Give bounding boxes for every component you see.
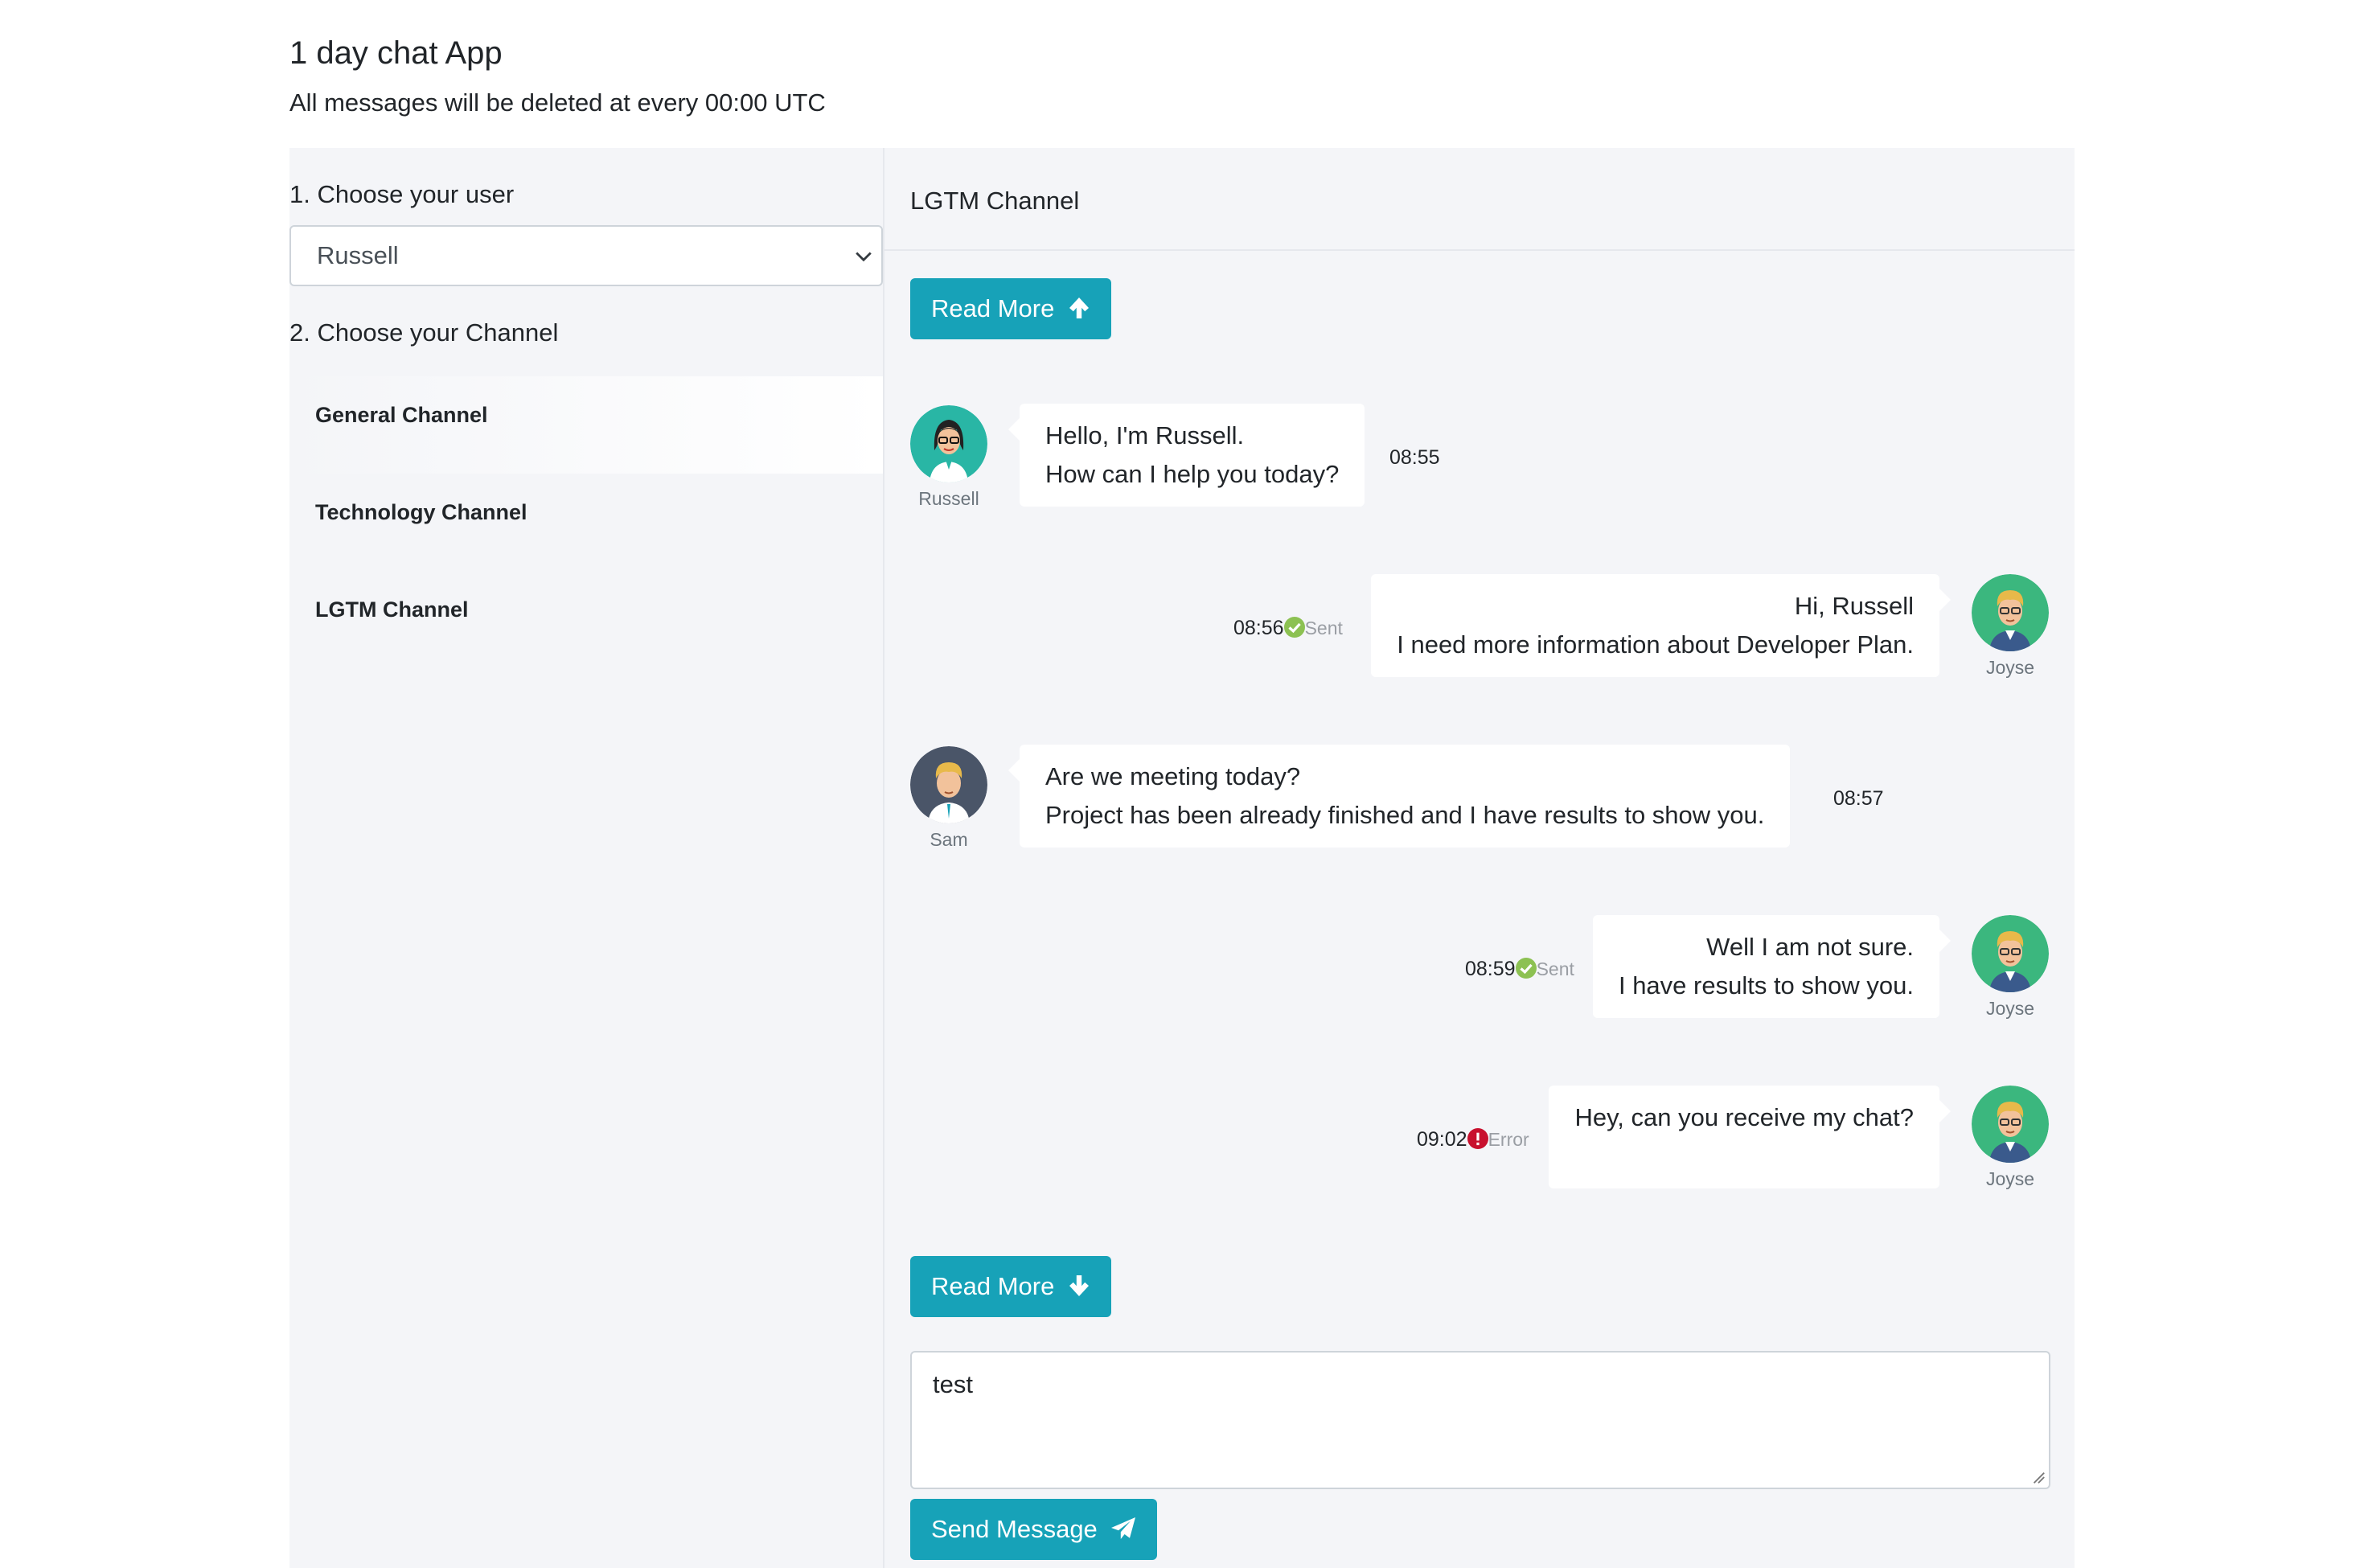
message-input-value: test bbox=[933, 1370, 973, 1398]
arrow-down-icon bbox=[1069, 1275, 1089, 1296]
avatar-woman-icon bbox=[910, 405, 987, 482]
message-line: Hello, I'm Russell. bbox=[1045, 421, 1245, 449]
chat-panel: LGTM Channel Read More Russell Hello, I'… bbox=[883, 148, 2075, 1568]
status-text: Sent bbox=[1304, 618, 1343, 638]
message-input[interactable]: test bbox=[910, 1351, 2050, 1489]
sidebar: 1. Choose your user Russell 2. Choose yo… bbox=[289, 148, 883, 1568]
message-line: Project has been already finished and I … bbox=[1045, 801, 1765, 829]
message-line: Are we meeting today? bbox=[1045, 762, 1301, 790]
avatar: Joyse bbox=[1970, 574, 2050, 680]
message-line: Well I am not sure. bbox=[1706, 933, 1914, 961]
author-name: Russell bbox=[918, 488, 979, 509]
user-select-value: Russell bbox=[317, 241, 399, 269]
chevron-down-icon bbox=[856, 252, 872, 262]
user-select[interactable]: Russell bbox=[289, 225, 883, 286]
message-bubble: Hi, Russell I need more information abou… bbox=[1371, 574, 1951, 677]
send-message-label: Send Message bbox=[931, 1515, 1098, 1543]
channel-title: LGTM Channel bbox=[910, 187, 1080, 215]
read-more-bottom-button[interactable]: Read More bbox=[910, 1256, 1111, 1317]
app-container: 1 day chat App All messages will be dele… bbox=[289, 0, 2075, 1568]
channel-item-technology[interactable]: Technology Channel bbox=[289, 474, 883, 571]
author-name: Joyse bbox=[1985, 657, 2035, 678]
message-time: 08:56 bbox=[1233, 617, 1284, 639]
choose-user-label: 1. Choose your user bbox=[289, 180, 515, 208]
channel-label: Technology Channel bbox=[315, 500, 527, 524]
message-line: I have results to show you. bbox=[1618, 971, 1914, 999]
status-text: Sent bbox=[1536, 958, 1574, 979]
message-line: Hi, Russell bbox=[1794, 592, 1914, 620]
avatar: Joyse bbox=[1970, 915, 2050, 1021]
message-status: 08:59 Sent bbox=[1465, 955, 1574, 983]
chat-header: LGTM Channel bbox=[884, 148, 2075, 251]
message-status: 08:56 Sent bbox=[1233, 614, 1343, 642]
channel-item-general[interactable]: General Channel bbox=[289, 376, 883, 474]
read-more-label: Read More bbox=[931, 294, 1055, 322]
message-time: 08:57 bbox=[1833, 787, 1884, 810]
read-more-label: Read More bbox=[931, 1272, 1055, 1300]
error-circle-icon bbox=[1467, 1128, 1488, 1150]
app-title: 1 day chat App bbox=[289, 35, 503, 71]
avatar-man-glasses-icon bbox=[1972, 915, 2049, 992]
message-bubble: Well I am not sure. I have results to sh… bbox=[1592, 915, 1952, 1018]
message-bubble: Hello, I'm Russell. How can I help you t… bbox=[1008, 404, 1365, 507]
message-bubble: Are we meeting today? Project has been a… bbox=[1008, 745, 1791, 848]
channel-label: LGTM Channel bbox=[315, 597, 469, 622]
message-line: How can I help you today? bbox=[1045, 460, 1340, 488]
message-time: 08:59 bbox=[1465, 958, 1516, 980]
author-name: Joyse bbox=[1985, 1168, 2035, 1189]
read-more-top-button[interactable]: Read More bbox=[910, 278, 1111, 339]
message-bubble: Hey, can you receive my chat? bbox=[1549, 1086, 1951, 1188]
message-status: 09:02 Error bbox=[1417, 1126, 1529, 1153]
avatar-man-glasses-icon bbox=[1972, 574, 2049, 651]
paper-plane-icon bbox=[1111, 1517, 1136, 1539]
author-name: Joyse bbox=[1985, 998, 2035, 1019]
send-message-button[interactable]: Send Message bbox=[910, 1499, 1158, 1560]
resize-handle-icon[interactable] bbox=[2031, 1470, 2046, 1484]
message-time: 09:02 bbox=[1417, 1128, 1467, 1151]
avatar: Russell bbox=[909, 405, 989, 511]
app-subtitle: All messages will be deleted at every 00… bbox=[289, 88, 826, 117]
check-circle-icon bbox=[1515, 958, 1537, 979]
avatar: Joyse bbox=[1970, 1086, 2050, 1192]
message-line: Hey, can you receive my chat? bbox=[1574, 1103, 1914, 1131]
status-text: Error bbox=[1488, 1129, 1529, 1150]
message-line: I need more information about Developer … bbox=[1397, 630, 1914, 659]
message-line bbox=[1574, 1137, 1914, 1176]
channel-list: General Channel Technology Channel LGTM … bbox=[289, 376, 883, 668]
avatar-man-icon bbox=[910, 746, 987, 823]
avatar-man-glasses-icon bbox=[1972, 1086, 2049, 1163]
message-time: 08:55 bbox=[1389, 446, 1440, 469]
arrow-up-icon bbox=[1069, 297, 1089, 318]
choose-channel-label: 2. Choose your Channel bbox=[289, 318, 559, 347]
author-name: Sam bbox=[930, 829, 968, 850]
channel-item-lgtm[interactable]: LGTM Channel bbox=[289, 571, 883, 668]
channel-label: General Channel bbox=[315, 403, 488, 427]
check-circle-icon bbox=[1283, 617, 1305, 638]
avatar: Sam bbox=[909, 746, 989, 852]
